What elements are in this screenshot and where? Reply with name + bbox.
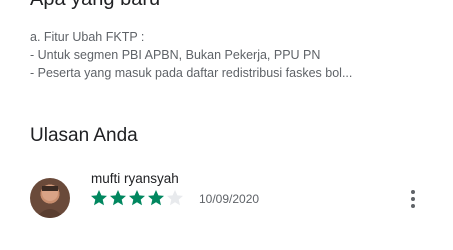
star-filled-icon[interactable] [90,189,108,207]
note-line: a. Fitur Ubah FKTP : [30,30,145,44]
avatar [30,178,70,218]
star-filled-icon[interactable] [109,189,127,207]
star-empty-icon[interactable] [166,189,184,207]
note-line: - Untuk segmen PBI APBN, Bukan Pekerja, … [30,48,321,62]
whats-new-header[interactable]: Apa yang baru [30,0,430,13]
whats-new-title: Apa yang baru [30,0,160,11]
star-rating[interactable] [90,189,184,207]
star-filled-icon[interactable] [147,189,165,207]
review-date: 10/09/2020 [199,192,260,206]
more-vert-icon[interactable] [405,188,421,210]
star-filled-icon[interactable] [128,189,146,207]
my-review-heading: Ulasan Anda [30,125,138,146]
reviewer-name: mufti ryansyah [91,171,179,186]
note-line: - Peserta yang masuk pada daftar redistr… [30,66,353,80]
my-review-card: mufti ryansyah 10/09/2020 [30,170,430,220]
whats-new-notes: a. Fitur Ubah FKTP : - Untuk segmen PBI … [30,28,430,82]
